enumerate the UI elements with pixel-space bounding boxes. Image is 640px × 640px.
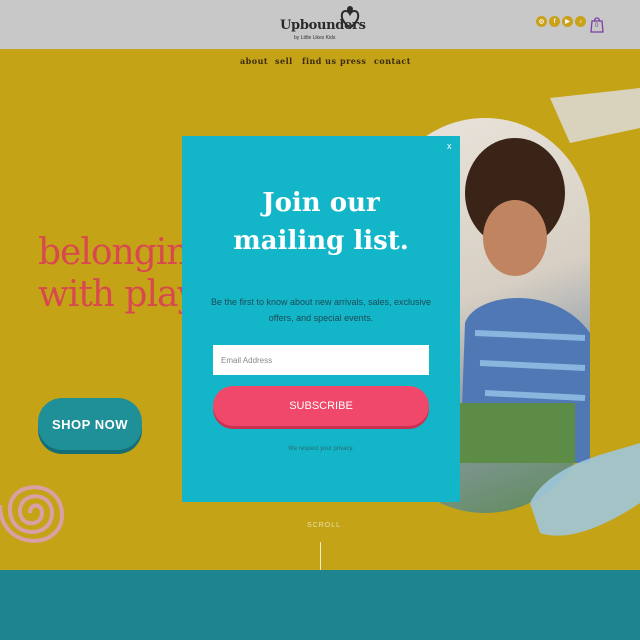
instagram-icon[interactable]: ◎ — [536, 16, 547, 27]
cart-count: 0 — [595, 23, 599, 29]
popup-description: Be the first to know about new arrivals,… — [210, 297, 432, 323]
heart-kid-icon — [340, 6, 360, 30]
brand-logo[interactable]: Upbounders by Little Likes Kids — [280, 4, 366, 44]
nav-contact[interactable]: contact — [374, 56, 411, 66]
nav-sell[interactable]: sell — [275, 56, 293, 66]
brand-tagline: by Little Likes Kids — [294, 35, 336, 41]
nav-about[interactable]: about — [240, 56, 268, 66]
close-button[interactable]: x — [447, 141, 452, 151]
nav-find-us[interactable]: find us — [302, 56, 337, 66]
swirl-decoration — [0, 485, 65, 543]
nav-press[interactable]: press — [340, 56, 366, 66]
shop-now-button[interactable]: SHOP NOW — [38, 398, 142, 450]
brush-stroke-blue — [530, 443, 640, 536]
facebook-icon[interactable]: f — [549, 16, 560, 27]
scroll-indicator-line — [320, 542, 321, 572]
top-header: Upbounders by Little Likes Kids ◎ f ▶ ♪ … — [0, 0, 640, 49]
scroll-label[interactable]: SCROLL — [307, 522, 341, 529]
subscribe-button[interactable]: SUBSCRIBE — [213, 386, 429, 426]
next-section-band — [0, 570, 640, 640]
privacy-note: We respect your privacy. — [288, 446, 354, 452]
popup-title: Join our mailing list. — [233, 188, 409, 256]
mailing-list-popup: x Join our mailing list. Be the first to… — [182, 136, 460, 502]
youtube-icon[interactable]: ▶ — [562, 16, 573, 27]
email-field[interactable] — [213, 345, 429, 375]
child-figure-illustration — [455, 138, 590, 463]
tiktok-icon[interactable]: ♪ — [575, 16, 586, 27]
